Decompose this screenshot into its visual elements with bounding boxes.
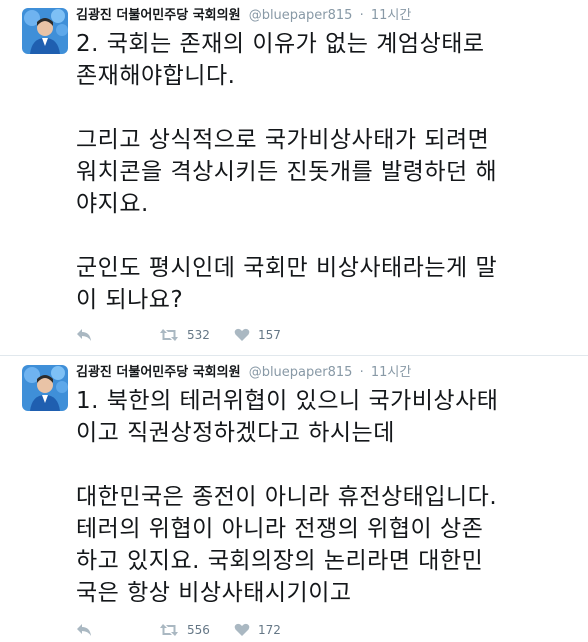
heart-icon xyxy=(234,623,250,637)
tweet-text: 1. 북한의 테러위협이 있으니 국가비상사태 이고 직권상정하겠다고 하시는데… xyxy=(76,388,499,606)
timestamp[interactable]: 11시간 xyxy=(371,365,411,380)
retweet-button[interactable]: 532 xyxy=(159,328,210,342)
retweet-count: 532 xyxy=(187,328,210,342)
avatar[interactable] xyxy=(22,8,68,54)
like-count: 157 xyxy=(258,328,281,342)
like-count: 172 xyxy=(258,623,281,637)
author-handle[interactable]: @bluepaper815 xyxy=(249,8,353,23)
author-name[interactable]: 김광진 더불어민주당 국회의원 xyxy=(76,8,241,23)
tweet-header: 김광진 더불어민주당 국회의원 @bluepaper815 · 11시간 xyxy=(76,365,411,381)
reply-icon xyxy=(76,328,92,342)
timestamp[interactable]: 11시간 xyxy=(371,8,411,23)
retweet-count: 556 xyxy=(187,623,210,637)
author-name[interactable]: 김광진 더불어민주당 국회의원 xyxy=(76,365,241,380)
tweet-text: 2. 국회는 존재의 이유가 없는 계엄상태로 존재해야합니다. 그리고 상식적… xyxy=(76,31,498,313)
like-button[interactable]: 157 xyxy=(234,328,281,342)
reply-button[interactable] xyxy=(76,328,92,342)
divider xyxy=(0,355,588,356)
tweet[interactable]: 김광진 더불어민주당 국회의원 @bluepaper815 · 11시간 2. … xyxy=(0,0,588,356)
tweet[interactable]: 김광진 더불어민주당 국회의원 @bluepaper815 · 11시간 1. … xyxy=(0,357,588,642)
heart-icon xyxy=(234,328,250,342)
author-handle[interactable]: @bluepaper815 xyxy=(249,365,353,380)
tweet-header: 김광진 더불어민주당 국회의원 @bluepaper815 · 11시간 xyxy=(76,8,411,24)
retweet-button[interactable]: 556 xyxy=(159,623,210,637)
separator: · xyxy=(359,8,364,23)
reply-icon xyxy=(76,623,92,637)
separator: · xyxy=(359,365,364,380)
retweet-icon xyxy=(159,328,179,342)
retweet-icon xyxy=(159,623,179,637)
like-button[interactable]: 172 xyxy=(234,623,281,637)
avatar[interactable] xyxy=(22,365,68,411)
reply-button[interactable] xyxy=(76,623,92,637)
